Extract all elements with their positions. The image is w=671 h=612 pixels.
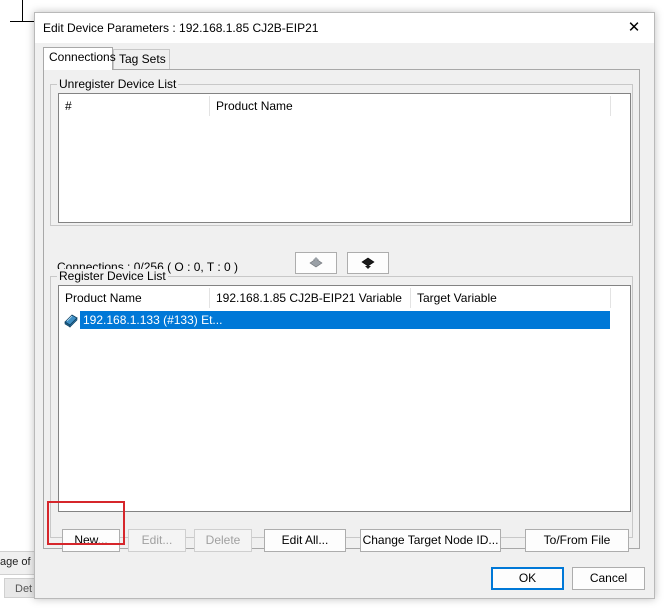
close-icon[interactable]: ✕ — [614, 13, 654, 43]
edit-device-parameters-dialog: Edit Device Parameters : 192.168.1.85 CJ… — [34, 12, 655, 599]
column-separator[interactable] — [610, 96, 611, 116]
change-target-node-id-button[interactable]: Change Target Node ID... — [360, 529, 501, 552]
device-icon — [64, 314, 78, 328]
column-header-product-name[interactable]: Product Name — [59, 286, 209, 310]
register-device-button[interactable] — [347, 252, 389, 274]
ok-button[interactable]: OK — [491, 567, 564, 590]
unregister-device-list-label: Unregister Device List — [57, 77, 179, 91]
dialog-title: Edit Device Parameters : 192.168.1.85 CJ… — [43, 21, 319, 35]
register-device-group: Register Device List Product Name 192.16… — [50, 269, 633, 538]
register-device-list-label: Register Device List — [57, 269, 168, 283]
background-line — [22, 0, 23, 22]
tab-tag-sets[interactable]: Tag Sets — [113, 49, 170, 69]
background-window — [0, 0, 34, 612]
cancel-button[interactable]: Cancel — [572, 567, 645, 590]
connections-tab-panel: Unregister Device List # Product Name Co… — [43, 69, 640, 552]
register-device-list[interactable]: Product Name 192.168.1.85 CJ2B-EIP21 Var… — [58, 285, 631, 512]
tab-connections[interactable]: Connections — [43, 47, 116, 70]
column-header-product-name[interactable]: Product Name — [210, 94, 610, 118]
delete-button[interactable]: Delete — [194, 529, 252, 552]
unregister-list-header: # Product Name — [59, 94, 630, 118]
edit-all-button[interactable]: Edit All... — [264, 529, 346, 552]
background-tab[interactable]: Det — [4, 578, 38, 598]
column-header-device-variable[interactable]: 192.168.1.85 CJ2B-EIP21 Variable — [210, 286, 410, 310]
column-header-number[interactable]: # — [59, 94, 209, 118]
unregister-device-button[interactable] — [295, 252, 337, 274]
unregister-device-group: Unregister Device List # Product Name — [50, 77, 633, 226]
move-up-icon — [309, 257, 323, 268]
table-row[interactable]: 192.168.1.133 (#133) Et... — [61, 311, 610, 329]
column-separator[interactable] — [610, 288, 611, 308]
new-button[interactable]: New... — [62, 529, 120, 552]
row-product-name: 192.168.1.133 (#133) Et... — [83, 313, 223, 327]
to-from-file-button[interactable]: To/From File — [525, 529, 629, 552]
move-down-icon — [361, 257, 375, 269]
background-text: age of l — [0, 556, 37, 568]
register-list-header: Product Name 192.168.1.85 CJ2B-EIP21 Var… — [59, 286, 630, 310]
column-header-target-variable[interactable]: Target Variable — [411, 286, 611, 310]
title-bar[interactable]: Edit Device Parameters : 192.168.1.85 CJ… — [35, 13, 654, 43]
unregister-device-list[interactable]: # Product Name — [58, 93, 631, 223]
edit-button[interactable]: Edit... — [128, 529, 186, 552]
